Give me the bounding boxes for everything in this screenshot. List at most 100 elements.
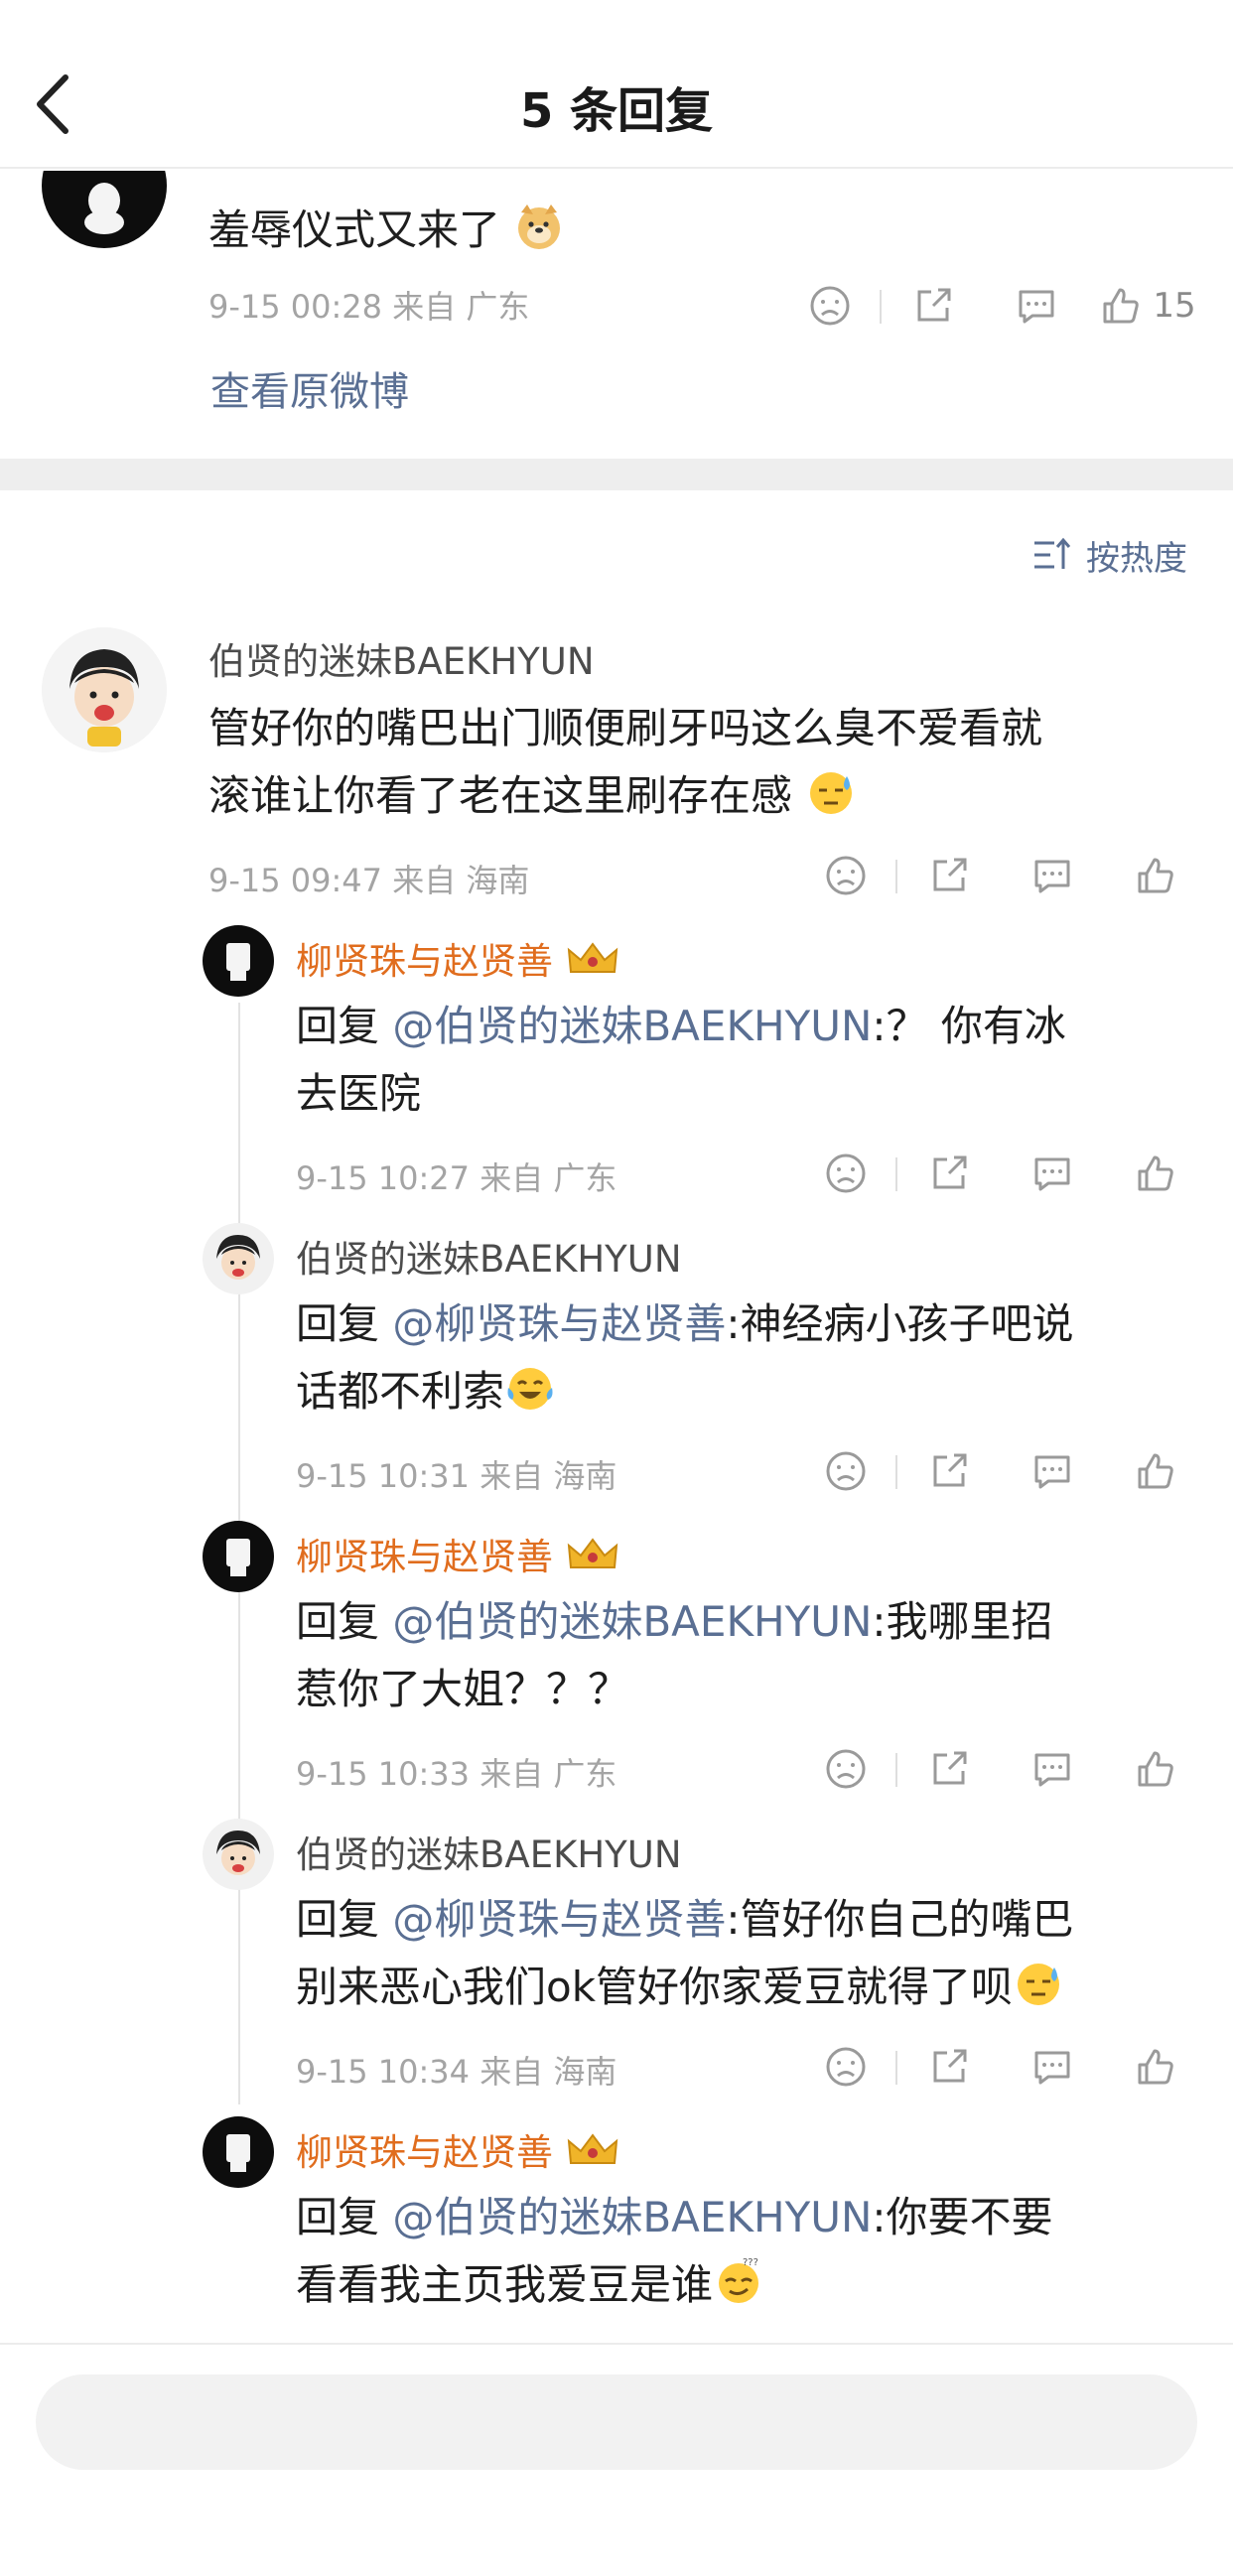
comment-meta: 9-15 00:28 来自 广东 — [208, 288, 530, 326]
action-row — [794, 846, 1207, 905]
avatar[interactable] — [203, 1819, 274, 1890]
comment-button[interactable] — [985, 276, 1088, 336]
comment-meta: 9-15 10:33 来自 广东 — [296, 1755, 617, 1793]
crown-badge-icon — [567, 2133, 617, 2164]
dislike-button[interactable] — [778, 276, 882, 336]
like-button[interactable]: 15 — [1088, 276, 1207, 336]
comment-icon — [1034, 1455, 1070, 1489]
like-icon — [1138, 858, 1173, 893]
dislike-button[interactable] — [794, 846, 897, 905]
comment-icon — [1034, 1753, 1070, 1787]
dislike-icon — [826, 856, 866, 895]
dislike-icon — [826, 1153, 866, 1193]
dislike-icon — [826, 1451, 866, 1491]
username[interactable]: 伯贤的迷妹BAEKHYUN — [208, 631, 595, 685]
share-button[interactable] — [897, 1441, 1001, 1501]
reply-text: 回复 @伯贤的迷妹BAEKHYUN:我哪里招 惹你了大姐？？？ — [296, 1597, 1053, 1713]
share-icon — [933, 2049, 967, 2083]
comment-icon — [1019, 290, 1054, 324]
share-icon — [933, 1453, 967, 1487]
action-row — [794, 1441, 1207, 1501]
like-count: 15 — [1153, 286, 1196, 326]
comment-meta: 9-15 10:34 来自 海南 — [296, 2053, 617, 2091]
share-icon — [917, 288, 951, 322]
comment-text: 管好你的嘴巴出门顺便刷牙吗这么臭不爱看就 滚谁让你看了老在这里刷存在感 — [208, 704, 1043, 820]
page-title: 5 条回复 — [519, 83, 714, 139]
dislike-button[interactable] — [794, 2037, 897, 2097]
username[interactable]: 柳贤珠与赵贤善 — [296, 1527, 620, 1580]
comment-meta: 9-15 10:31 来自 海南 — [296, 1457, 617, 1495]
avatar[interactable] — [203, 925, 274, 997]
sweat-emoji-icon — [810, 772, 853, 814]
like-icon — [1138, 1453, 1173, 1489]
crown-badge-icon — [567, 1538, 617, 1568]
crown-badge-icon — [567, 942, 617, 973]
comment-button[interactable] — [1001, 1739, 1104, 1799]
doge-emoji-icon — [518, 204, 561, 249]
like-button[interactable] — [1104, 846, 1207, 905]
action-row — [794, 2037, 1207, 2097]
share-button[interactable] — [882, 276, 985, 336]
comment-button[interactable] — [1001, 1144, 1104, 1203]
sweat-emoji-icon — [1018, 1964, 1060, 2005]
mention-link[interactable]: @柳贤珠与赵贤善 — [392, 1895, 726, 1944]
share-icon — [933, 1751, 967, 1785]
avatar[interactable] — [42, 627, 167, 752]
sort-icon — [1034, 537, 1071, 569]
like-icon — [1138, 1751, 1173, 1787]
mention-link[interactable]: @柳贤珠与赵贤善 — [392, 1299, 726, 1348]
share-icon — [933, 858, 967, 891]
sort-toggle[interactable]: 按热度 — [1032, 530, 1187, 580]
username[interactable]: 柳贤珠与赵贤善 — [296, 2122, 620, 2176]
dislike-button[interactable] — [794, 1441, 897, 1501]
comment-meta: 9-15 09:47 来自 海南 — [208, 862, 530, 899]
like-button[interactable] — [1104, 2037, 1207, 2097]
mention-link[interactable]: @伯贤的迷妹BAEKHYUN — [392, 2193, 872, 2241]
dislike-icon — [826, 2047, 866, 2087]
like-icon — [1103, 288, 1140, 324]
avatar[interactable] — [203, 2116, 274, 2188]
comment-button[interactable] — [1001, 1441, 1104, 1501]
action-row — [794, 1739, 1207, 1799]
dislike-icon — [826, 1749, 866, 1789]
root-comment: 羞辱仪式又来了 9-15 00:28 来自 广东 15 查看原微博 — [0, 171, 1233, 459]
share-button[interactable] — [897, 1144, 1001, 1203]
like-button[interactable] — [1104, 1739, 1207, 1799]
comment-input[interactable] — [36, 2374, 1197, 2470]
dislike-button[interactable] — [794, 1144, 897, 1203]
avatar[interactable] — [203, 1223, 274, 1294]
dizzy-emoji-icon: ??? — [719, 2257, 759, 2303]
comment-icon — [1034, 860, 1070, 893]
action-row — [794, 1144, 1207, 1203]
sort-label: 按热度 — [1086, 538, 1187, 579]
action-row: 15 — [778, 276, 1207, 336]
share-button[interactable] — [897, 1739, 1001, 1799]
username[interactable]: 柳贤珠与赵贤善 — [296, 931, 620, 985]
like-button[interactable] — [1104, 1441, 1207, 1501]
reply-text: 回复 @伯贤的迷妹BAEKHYUN:你要不要 看看我主页我爱豆是谁??? — [296, 2193, 1053, 2309]
comment-button[interactable] — [1001, 2037, 1104, 2097]
like-icon — [1138, 1155, 1173, 1191]
mention-link[interactable]: @伯贤的迷妹BAEKHYUN — [392, 1597, 872, 1646]
svg-text:???: ??? — [743, 2257, 758, 2268]
dislike-button[interactable] — [794, 1739, 897, 1799]
avatar[interactable] — [203, 1521, 274, 1592]
view-original-link[interactable]: 查看原微博 — [210, 359, 409, 417]
mention-link[interactable]: @伯贤的迷妹BAEKHYUN — [392, 1002, 872, 1050]
like-button[interactable] — [1104, 1144, 1207, 1203]
avatar[interactable] — [42, 171, 167, 248]
username[interactable]: 伯贤的迷妹BAEKHYUN — [296, 1825, 682, 1878]
like-icon — [1138, 2049, 1173, 2085]
comment-icon — [1034, 2051, 1070, 2085]
comment-button[interactable] — [1001, 846, 1104, 905]
comment-meta: 9-15 10:27 来自 广东 — [296, 1159, 617, 1197]
nav-bar: 5 条回复 — [0, 0, 1233, 169]
username[interactable]: 伯贤的迷妹BAEKHYUN — [296, 1229, 682, 1283]
share-icon — [933, 1155, 967, 1189]
reply-text: 回复 @伯贤的迷妹BAEKHYUN:？ 你有冰 去医院 — [296, 1002, 1066, 1118]
reply-text: 回复 @柳贤珠与赵贤善:管好你自己的嘴巴 别来恶心我们ok管好你家爱豆就得了呗 — [296, 1895, 1074, 2011]
comment-icon — [1034, 1157, 1070, 1191]
share-button[interactable] — [897, 846, 1001, 905]
share-button[interactable] — [897, 2037, 1001, 2097]
laugh-cry-emoji-icon — [507, 1368, 553, 1410]
